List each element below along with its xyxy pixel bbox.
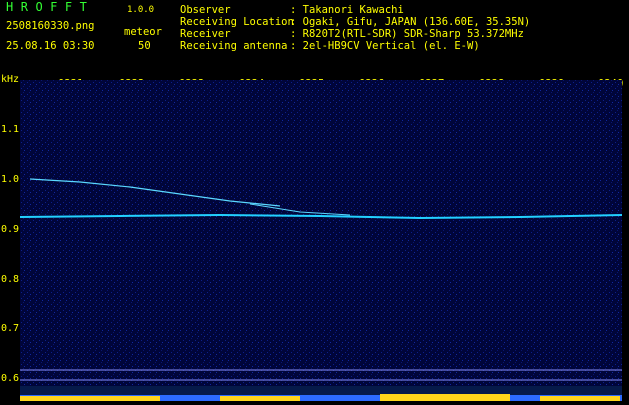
- freq-label-0-7: 0.7: [1, 323, 20, 334]
- frequency-axis: kHz 1.1 1.0 0.9 0.8 0.7 0.6: [0, 74, 20, 400]
- strength-segment-4: [540, 396, 620, 401]
- location-label: Receiving Location: [180, 16, 294, 28]
- capture-datetime: 25.08.16 03:30: [6, 40, 95, 52]
- strength-segment-1: [20, 396, 160, 401]
- header-panel: HROFFT 1.0.0 2508160330.png 25.08.16 03:…: [0, 0, 629, 74]
- freq-label-1-1: 1.1: [1, 124, 20, 135]
- antenna-label: Receiving antenna: [180, 40, 288, 52]
- freq-label-0-9: 0.9: [1, 224, 20, 235]
- antenna-value: : 2el-HB9CV Vertical (el. E-W): [290, 40, 480, 52]
- event-kind-label: meteor: [124, 26, 162, 38]
- freq-label-0-6: 0.6: [1, 373, 20, 384]
- observer-label: Observer: [180, 4, 231, 16]
- frequency-unit: kHz: [1, 74, 20, 85]
- image-filename: 2508160330.png: [6, 20, 95, 32]
- freq-label-0-8: 0.8: [1, 274, 20, 285]
- app-version: 1.0.0: [127, 5, 155, 15]
- signal-strength-canvas: [20, 394, 622, 401]
- app-name: HROFFT: [6, 0, 95, 14]
- receiver-value: : R820T2(RTL-SDR) SDR-Sharp 53.372MHz: [290, 28, 524, 40]
- spectrogram-canvas: [19, 80, 623, 386]
- strength-segment-2: [220, 396, 300, 401]
- location-value: : Ogaki, Gifu, JAPAN (136.60E, 35.35N): [290, 16, 531, 28]
- noise-background: [20, 80, 622, 386]
- spectrogram-panel: [19, 80, 623, 386]
- observer-value: : Takanori Kawachi: [290, 4, 404, 16]
- event-count: 50: [138, 40, 151, 52]
- receiver-label: Receiver: [180, 28, 231, 40]
- freq-label-1-0: 1.0: [1, 174, 20, 185]
- signal-strength-band: [20, 386, 622, 401]
